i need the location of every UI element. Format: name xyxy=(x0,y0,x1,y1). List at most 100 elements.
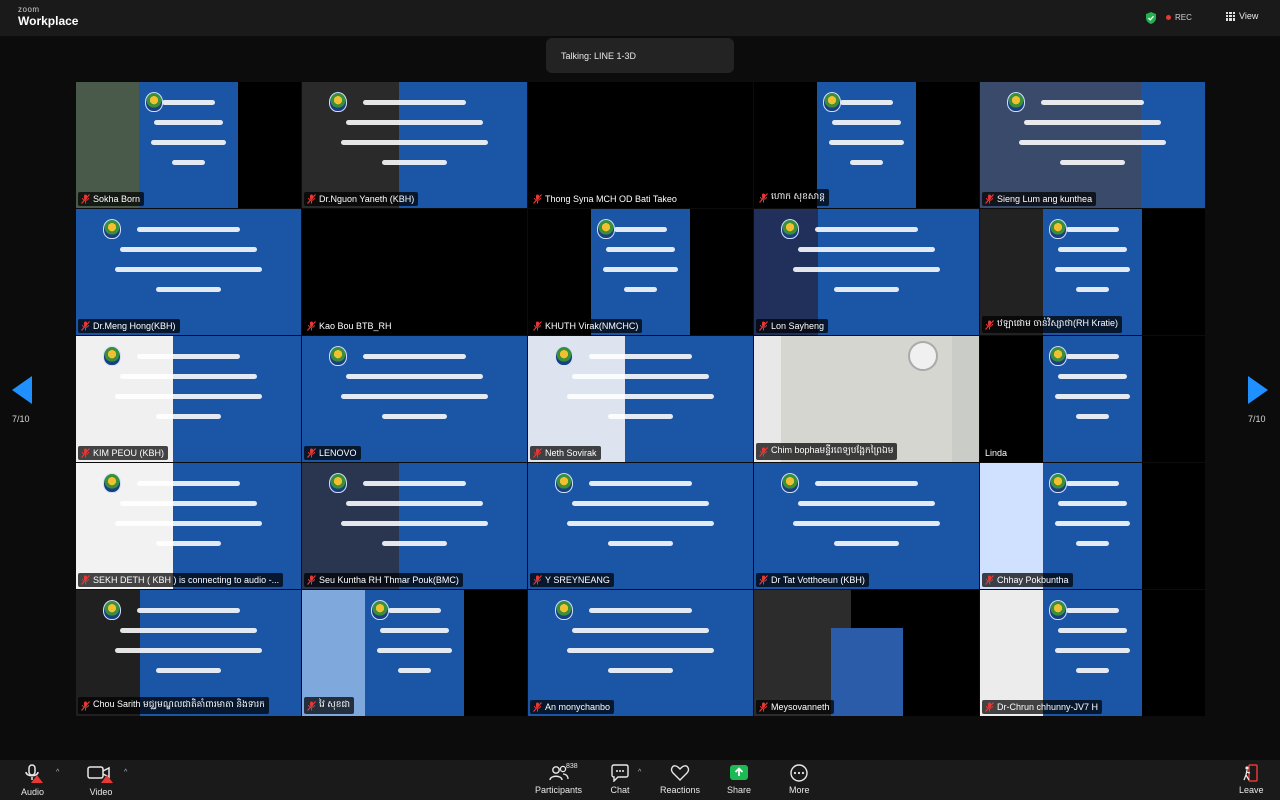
slide-title-line xyxy=(120,373,257,379)
video-tile[interactable]: Lon Sayheng xyxy=(754,209,979,335)
slide-title-line xyxy=(572,500,709,506)
chevron-left-icon[interactable] xyxy=(12,376,32,404)
share-label: Share xyxy=(727,785,752,795)
more-button[interactable]: More xyxy=(789,764,810,795)
slide-title-line xyxy=(572,627,709,633)
video-tile[interactable]: វៃ សុខជា xyxy=(302,590,527,716)
video-tile[interactable]: LENOVO xyxy=(302,336,527,462)
share-button[interactable]: Share xyxy=(727,764,751,795)
reactions-label: Reactions xyxy=(660,785,701,795)
slide-title-line xyxy=(156,287,221,293)
slide-title-line xyxy=(566,520,715,526)
shared-slide-background xyxy=(76,463,301,589)
slide-title-line xyxy=(1058,500,1127,506)
view-button[interactable]: View xyxy=(1226,11,1258,21)
ministry-emblem-icon xyxy=(144,92,163,113)
slide-title-line xyxy=(792,266,941,272)
audio-button[interactable]: Audio xyxy=(21,764,44,797)
video-tile[interactable]: An monychanbo xyxy=(528,590,753,716)
participant-name: Chou Sarith មជ្ឈមណ្ឌលជាតិគាំពារមាតា និងទ… xyxy=(93,699,265,709)
leave-button[interactable]: Leave xyxy=(1239,764,1264,795)
slide-title-line xyxy=(588,353,693,359)
slide-title-line xyxy=(114,266,263,272)
ministry-emblem-icon xyxy=(329,346,347,367)
slide-title-line xyxy=(798,246,935,252)
video-tile[interactable]: Linda xyxy=(980,336,1205,462)
video-tile[interactable]: Chhay Pokbuntha xyxy=(980,463,1205,589)
video-tile[interactable]: Kao Bou BTB_RH xyxy=(302,209,527,335)
video-tile[interactable]: Dr-Chrun chhunny-JV7 H xyxy=(980,590,1205,716)
video-options-chevron-icon[interactable]: ^ xyxy=(124,769,127,776)
slide-title-line xyxy=(1066,353,1119,359)
audio-options-chevron-icon[interactable]: ^ xyxy=(56,769,59,776)
brand-small: zoom xyxy=(18,5,40,14)
slide-title-line xyxy=(382,160,447,166)
video-tile[interactable]: KIM PEOU (KBH) xyxy=(76,336,301,462)
slide-title-line xyxy=(154,119,223,125)
video-tile[interactable]: ហោក សុខសាន្ត xyxy=(754,82,979,208)
video-tile[interactable]: Dr Tat Votthoeun (KBH) xyxy=(754,463,979,589)
ministry-emblem-icon xyxy=(103,473,121,494)
slide-title-line xyxy=(834,287,899,293)
slide-title-line xyxy=(566,647,715,653)
slide-title-line xyxy=(1060,160,1125,166)
chat-options-chevron-icon[interactable]: ^ xyxy=(638,769,641,776)
slide-title-line xyxy=(398,668,431,674)
slide-title-line xyxy=(156,414,221,420)
participant-name: An monychanbo xyxy=(545,702,611,712)
participant-name: Meysovanneth xyxy=(771,702,830,712)
mic-muted-icon xyxy=(985,319,994,330)
video-tile[interactable]: Sokha Born xyxy=(76,82,301,208)
video-tile[interactable]: Thong Syna MCH OD Bati Takeo xyxy=(528,82,753,208)
audio-label: Audio xyxy=(21,787,45,797)
chevron-right-icon[interactable] xyxy=(1248,376,1268,404)
ministry-emblem-icon xyxy=(370,600,389,621)
participant-name-label: Y SREYNEANG xyxy=(530,573,614,587)
video-muted-icon xyxy=(87,766,113,783)
video-tile[interactable]: Meysovanneth xyxy=(754,590,979,716)
reactions-button[interactable]: Reactions xyxy=(660,764,700,795)
participant-name-label: Kao Bou BTB_RH xyxy=(304,319,396,333)
video-tile[interactable]: SEKH DETH ( KBH ) is connecting to audio… xyxy=(76,463,301,589)
ministry-emblem-icon xyxy=(822,92,841,113)
slide-title-line xyxy=(362,353,467,359)
slide-title-line xyxy=(156,668,221,674)
participants-button[interactable]: 838 Participants xyxy=(535,763,582,795)
video-tile[interactable]: Sieng Lum ang kunthea xyxy=(980,82,1205,208)
video-tile[interactable]: Dr.Nguon Yaneth (KBH) xyxy=(302,82,527,208)
slide-title-line xyxy=(1076,414,1109,420)
recording-indicator[interactable]: REC xyxy=(1166,13,1192,22)
video-tile[interactable]: KHUTH Virak(NMCHC) xyxy=(528,209,753,335)
chat-button[interactable]: Chat xyxy=(610,764,630,795)
video-tile[interactable]: ឋឡាផោម ចាន់វិស្សាថា(RH Kratie) xyxy=(980,209,1205,335)
mic-muted-icon xyxy=(307,448,316,458)
video-tile[interactable]: Chou Sarith មជ្ឈមណ្ឌលជាតិគាំពារមាតា និងទ… xyxy=(76,590,301,716)
participant-name-label: Seu Kuntha RH Thmar Pouk(BMC) xyxy=(304,573,463,587)
ministry-emblem-icon xyxy=(1007,92,1025,113)
shield-check-icon[interactable] xyxy=(1146,12,1156,24)
shared-slide-background xyxy=(1043,463,1142,589)
video-tile[interactable]: Seu Kuntha RH Thmar Pouk(BMC) xyxy=(302,463,527,589)
shared-slide-background xyxy=(302,463,527,589)
video-tile[interactable]: Y SREYNEANG xyxy=(528,463,753,589)
participant-name: SEKH DETH ( KBH ) is connecting to audio… xyxy=(93,575,280,585)
reactions-icon xyxy=(670,765,690,781)
top-bar: zoom Workplace REC View xyxy=(0,0,1280,36)
shared-slide-background xyxy=(980,82,1205,208)
slide-title-line xyxy=(608,541,673,547)
slide-title-line xyxy=(588,607,693,613)
video-button[interactable]: Video xyxy=(87,764,115,797)
video-tile[interactable]: Chim bophaមន្ទីរពេទ្យបង្អែកព្រៃឯម xyxy=(754,336,979,462)
slide-title-line xyxy=(1040,99,1145,105)
video-tile[interactable]: Dr.Meng Hong(KBH) xyxy=(76,209,301,335)
rec-dot-icon xyxy=(1166,15,1171,20)
mic-muted-icon xyxy=(533,575,542,585)
participant-name-label: KIM PEOU (KBH) xyxy=(78,446,169,460)
participant-name: Kao Bou BTB_RH xyxy=(319,321,392,331)
participant-name: KIM PEOU (KBH) xyxy=(93,448,165,458)
video-tile[interactable]: Neth Sovirak xyxy=(528,336,753,462)
shared-slide-background xyxy=(817,82,916,208)
slide-title-line xyxy=(120,627,257,633)
participant-name-label: Dr Tat Votthoeun (KBH) xyxy=(756,573,869,587)
participant-name: Lon Sayheng xyxy=(771,321,825,331)
